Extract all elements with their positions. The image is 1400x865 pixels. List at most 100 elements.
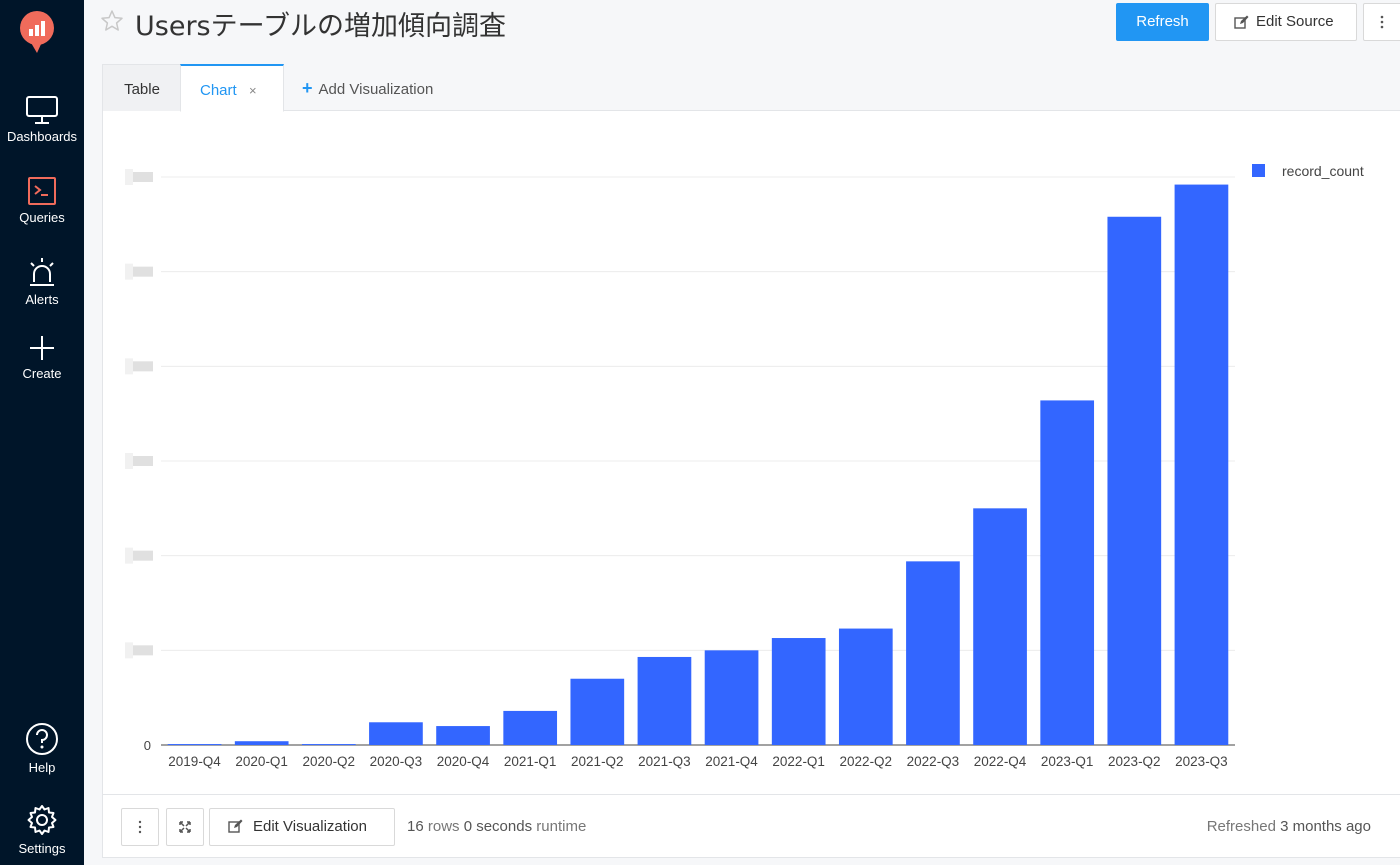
bar	[369, 722, 423, 745]
x-tick-label: 2021-Q4	[705, 754, 758, 769]
siren-icon	[30, 258, 54, 286]
visualization-menu-button[interactable]	[121, 808, 159, 846]
nav-label-alerts: Alerts	[25, 292, 59, 307]
nav-item-alerts[interactable]: Alerts	[0, 256, 84, 307]
y-tick-label-obscured	[133, 361, 153, 372]
favorite-star-icon[interactable]	[100, 9, 124, 33]
x-tick-label: 2020-Q2	[303, 754, 356, 769]
monitor-icon	[26, 96, 58, 124]
nav-item-queries[interactable]: Queries	[0, 176, 84, 225]
nav-item-settings[interactable]: Settings	[0, 803, 84, 856]
tab-table[interactable]: Table	[102, 64, 181, 111]
more-vertical-icon	[1380, 15, 1384, 29]
nav-item-create[interactable]: Create	[0, 334, 84, 381]
bar	[704, 650, 759, 745]
y-tick-label-obscured	[133, 550, 153, 561]
bar	[906, 561, 960, 745]
bar	[570, 678, 625, 745]
x-tick-label: 2019-Q4	[168, 754, 221, 769]
legend-swatch	[1252, 164, 1265, 177]
bar	[167, 744, 222, 746]
x-tick-label: 2022-Q3	[907, 754, 960, 769]
tab-chart[interactable]: Chart ×	[180, 64, 284, 112]
rows-label: rows	[427, 818, 460, 835]
app-logo[interactable]	[20, 11, 54, 53]
bar	[1174, 184, 1229, 745]
more-options-button[interactable]	[1363, 3, 1400, 41]
x-tick-label: 2021-Q1	[504, 754, 557, 769]
tab-chart-label: Chart	[200, 82, 237, 99]
bar	[1040, 400, 1095, 745]
nav-label-settings: Settings	[18, 841, 66, 856]
expand-icon	[179, 821, 191, 833]
nav-label-help: Help	[28, 760, 56, 775]
edit-visualization-button[interactable]: Edit Visualization	[209, 808, 395, 846]
x-tick-label: 2022-Q1	[772, 754, 825, 769]
page-title: Usersテーブルの増加傾向調査	[135, 11, 506, 42]
nav-label-create: Create	[22, 366, 62, 381]
y-tick-label-obscured	[133, 456, 153, 466]
add-icon: +	[302, 78, 313, 98]
y-tick-label-obscured	[125, 642, 133, 659]
edit-visualization-label: Edit Visualization	[253, 818, 367, 835]
x-tick-label: 2020-Q4	[437, 754, 490, 769]
x-tick-label: 2023-Q3	[1175, 754, 1228, 769]
refreshed-value: 3 months ago	[1280, 818, 1371, 835]
gear-icon	[27, 805, 57, 835]
fullscreen-button[interactable]	[166, 808, 204, 846]
x-tick-label: 2020-Q3	[370, 754, 423, 769]
bar	[771, 638, 826, 745]
visualization-footer: Edit Visualization 16 rows 0 seconds run…	[102, 794, 1400, 858]
x-tick-label: 2022-Q4	[974, 754, 1027, 769]
sidebar: Dashboards Queries Alerts Create Help Se…	[0, 0, 84, 865]
y-tick-label-obscured	[125, 358, 133, 375]
add-visualization-tab[interactable]: + Add Visualization	[302, 64, 433, 111]
help-icon	[26, 723, 58, 755]
runtime-label: runtime	[536, 818, 587, 835]
edit-source-label: Edit Source	[1256, 13, 1334, 30]
runtime-value: 0 seconds	[463, 818, 533, 835]
y-tick-label-obscured	[125, 547, 133, 564]
plus-icon	[30, 336, 54, 360]
y-tick-label-obscured	[125, 169, 133, 185]
bar	[1107, 216, 1162, 745]
y-tick-label-obscured	[133, 645, 153, 656]
refreshed-label: Refreshed	[1206, 818, 1276, 835]
y-tick-label-obscured	[125, 453, 133, 469]
nav-label-dashboards: Dashboards	[6, 129, 78, 144]
y-tick-label-obscured	[125, 263, 133, 280]
bar	[234, 741, 289, 745]
bar	[973, 508, 1027, 745]
refreshed-status: Refreshed 3 months ago	[1207, 795, 1371, 858]
bar	[838, 628, 893, 745]
x-tick-label: 2020-Q1	[235, 754, 288, 769]
y-tick-label-obscured	[133, 172, 153, 182]
x-tick-label: 2022-Q2	[840, 754, 893, 769]
bar	[637, 656, 692, 745]
add-visualization-label: Add Visualization	[318, 81, 434, 98]
bar	[301, 744, 356, 746]
more-vertical-icon	[138, 820, 142, 834]
query-info: 16 rows 0 seconds runtime	[407, 795, 586, 858]
x-tick-label: 2023-Q2	[1108, 754, 1161, 769]
x-tick-label: 2021-Q2	[571, 754, 624, 769]
nav-item-dashboards[interactable]: Dashboards	[0, 95, 84, 144]
refresh-button[interactable]: Refresh	[1116, 3, 1209, 41]
edit-source-button[interactable]: Edit Source	[1215, 3, 1357, 41]
x-tick-label: 2021-Q3	[638, 754, 691, 769]
y-tick-label-obscured	[133, 266, 153, 277]
x-tick-label: 2023-Q1	[1041, 754, 1094, 769]
visualization-panel: 0 2019-Q4 2020-Q1 2020-Q2 2020-Q3 2020-Q4 2021…	[102, 111, 1400, 794]
y-tick-label: 0	[144, 738, 151, 753]
edit-icon	[1234, 15, 1249, 29]
nav-item-help[interactable]: Help	[0, 722, 84, 775]
terminal-icon	[28, 177, 56, 205]
nav-label-queries: Queries	[19, 210, 65, 225]
bar-chart: 0 2019-Q4 2020-Q1 2020-Q2 2020-Q3 2020-Q4 2021…	[125, 163, 1364, 769]
bar	[503, 710, 558, 745]
legend-label: record_count	[1282, 163, 1364, 179]
rows-count: 16	[407, 818, 424, 835]
close-tab-icon[interactable]: ×	[249, 66, 257, 115]
bar	[436, 726, 490, 745]
edit-icon	[228, 819, 243, 833]
